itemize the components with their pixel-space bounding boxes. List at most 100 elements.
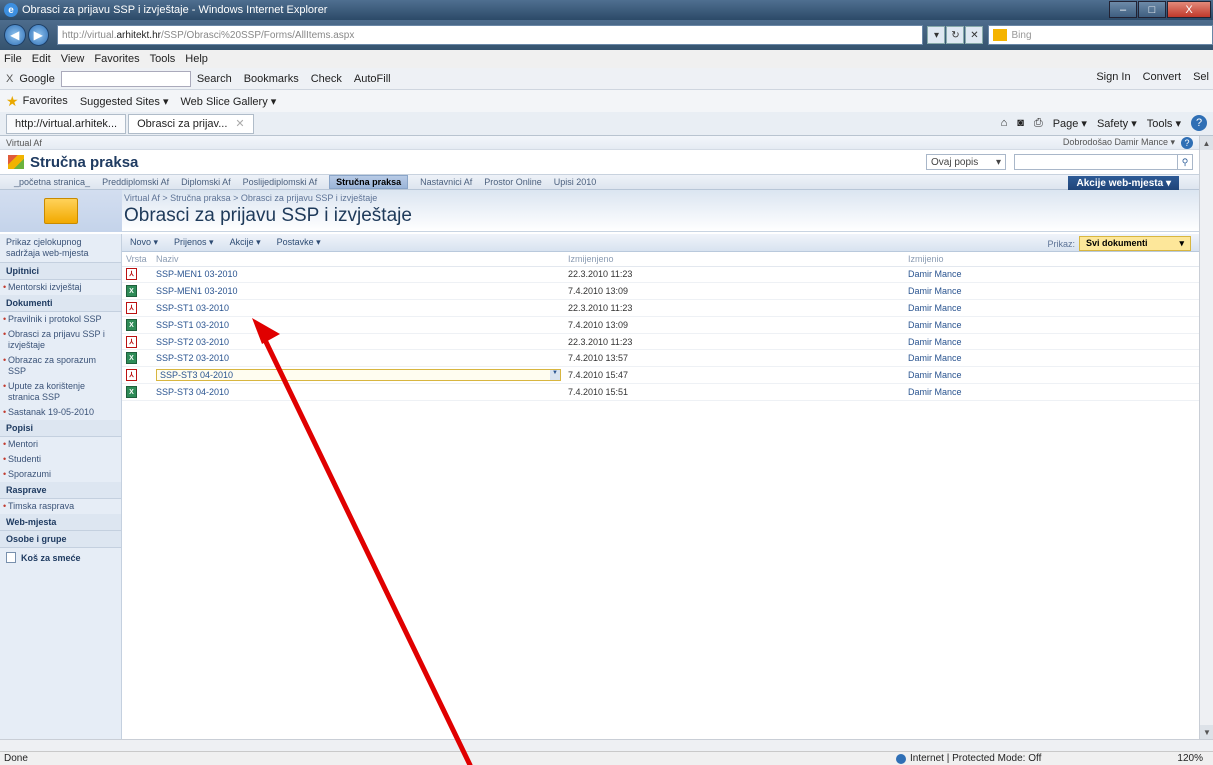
scroll-down-icon[interactable]: ▼ <box>1200 725 1213 739</box>
topnav-home[interactable]: _početna stranica_ <box>14 177 90 187</box>
site-name[interactable]: Stručna praksa <box>30 154 138 171</box>
table-row[interactable]: X SSP-MEN1 03-2010 7.4.2010 13:09 Damir Man… <box>122 282 1199 301</box>
ql-heading-dokumenti[interactable]: Dokumenti <box>0 295 121 312</box>
file-name[interactable]: SSP-ST2 03-2010 <box>156 353 229 363</box>
menu-file[interactable]: File <box>4 53 22 65</box>
close-button[interactable]: X <box>1167 1 1211 18</box>
menu-edit[interactable]: Edit <box>32 53 51 65</box>
ql-item[interactable]: Sastanak 19-05-2010 <box>0 405 121 420</box>
settings-menu[interactable]: Postavke ▾ <box>277 237 321 248</box>
item-menu-chevron-icon[interactable]: ▼ <box>550 370 560 381</box>
file-name[interactable]: SSP-ST3 04-2010 <box>160 370 233 380</box>
file-name[interactable]: SSP-MEN1 03-2010 <box>156 269 238 279</box>
menu-view[interactable]: View <box>61 53 85 65</box>
welcome-menu[interactable]: Dobrodošao Damir Mance ▾ <box>1063 137 1175 148</box>
menu-help[interactable]: Help <box>185 53 208 65</box>
modified-by-cell[interactable]: Damir Mance <box>904 299 1199 317</box>
ql-heading-popisi[interactable]: Popisi <box>0 420 121 437</box>
stop-icon[interactable]: ✕ <box>965 26 984 44</box>
file-name-cell[interactable]: SSP-MEN1 03-2010 <box>152 282 564 301</box>
compat-view-icon[interactable]: ▾ <box>927 26 946 44</box>
ql-item[interactable]: Obrasci za prijavu SSP i izvještaje <box>0 327 121 353</box>
topnav-poslijediplomski[interactable]: Poslijediplomski Af <box>243 177 318 187</box>
topnav-strucna-praksa[interactable]: Stručna praksa <box>329 175 409 189</box>
web-slice-gallery-link[interactable]: Web Slice Gallery ▾ <box>181 95 277 108</box>
col-name[interactable]: Naziv <box>152 252 564 267</box>
ql-item[interactable]: Timska rasprava <box>0 499 121 514</box>
print-icon[interactable]: ⎙ <box>1034 117 1043 130</box>
safety-menu[interactable]: Safety ▾ <box>1097 117 1137 130</box>
file-name[interactable]: SSP-MEN1 03-2010 <box>156 286 238 296</box>
file-name[interactable]: SSP-ST3 04-2010 <box>156 387 229 397</box>
signin-button[interactable]: Sign In <box>1096 71 1130 83</box>
toolbar-close-icon[interactable]: X <box>6 73 13 85</box>
actions-menu[interactable]: Akcije ▾ <box>230 237 261 248</box>
ql-item[interactable]: Mentorski izvještaj <box>0 280 121 295</box>
col-modified[interactable]: Izmijenjeno <box>564 252 904 267</box>
modified-by-cell[interactable]: Damir Mance <box>904 366 1199 385</box>
ql-item[interactable]: Studenti <box>0 452 121 467</box>
tab-virtual-arhitekt[interactable]: http://virtual.arhitek... <box>6 113 127 134</box>
ql-heading-web-mjesta[interactable]: Web-mjesta <box>0 514 121 531</box>
check-button[interactable]: Check <box>311 73 342 85</box>
vertical-scrollbar[interactable]: ▲ ▼ <box>1199 136 1213 739</box>
modified-by-cell[interactable]: Damir Mance <box>904 383 1199 401</box>
table-row[interactable]: ⅄ SSP-ST1 03-2010 22.3.2010 11:23 Damir Man… <box>122 299 1199 317</box>
maximize-button[interactable]: □ <box>1138 1 1166 18</box>
file-name-cell[interactable]: SSP-ST1 03-2010 <box>152 316 564 334</box>
ql-heading-rasprave[interactable]: Rasprave <box>0 482 121 499</box>
forward-button[interactable]: ▶ <box>27 24 50 46</box>
address-bar[interactable]: http://virtual. arhitekt.hr/SSP/Obrasci%2… <box>57 25 924 45</box>
horizontal-scrollbar[interactable] <box>0 739 1213 751</box>
table-row[interactable]: ⅄ SSP-MEN1 03-2010 22.3.2010 11:23 Damir Ma… <box>122 266 1199 284</box>
table-row[interactable]: ⅄ SSP-ST3 04-2010 ▼ 7.4.2010 15:47 Damir Man… <box>122 366 1199 385</box>
search-icon[interactable]: ⚲ <box>1177 154 1193 170</box>
minimize-button[interactable]: – <box>1109 1 1137 18</box>
home-icon[interactable]: ⌂ <box>1001 117 1008 129</box>
help-icon[interactable]: ? <box>1191 115 1207 131</box>
google-search-input[interactable] <box>60 70 191 87</box>
suggested-sites-link[interactable]: Suggested Sites ▾ <box>80 95 169 108</box>
ql-view-all-link[interactable]: Prikaz cjelokupnog sadržaja web-mjesta <box>0 234 121 263</box>
file-name-cell[interactable]: SSP-MEN1 03-2010 <box>152 266 564 284</box>
file-name-cell[interactable]: SSP-ST1 03-2010 <box>152 299 564 317</box>
file-name-cell[interactable]: SSP-ST2 03-2010 <box>152 349 564 368</box>
feeds-icon[interactable]: ◙ <box>1017 117 1024 129</box>
sp-search-input[interactable] <box>1014 154 1178 170</box>
topnav-prostor-online[interactable]: Prostor Online <box>484 177 542 187</box>
google-search-button[interactable]: Search <box>197 73 232 85</box>
view-select[interactable]: Svi dokumenti ▾ <box>1079 236 1191 251</box>
convert-button[interactable]: Convert <box>1143 71 1182 83</box>
file-name-edit-box[interactable]: SSP-ST3 04-2010 ▼ <box>156 369 561 382</box>
back-button[interactable]: ◀ <box>4 24 26 46</box>
zoom-level[interactable]: 120% <box>1177 753 1203 764</box>
modified-by-cell[interactable]: Damir Mance <box>904 349 1199 368</box>
modified-by-cell[interactable]: Damir Mance <box>904 316 1199 334</box>
tools-menu[interactable]: Tools ▾ <box>1147 117 1181 130</box>
modified-by-cell[interactable]: Damir Mance <box>904 266 1199 284</box>
table-row[interactable]: ⅄ SSP-ST2 03-2010 22.3.2010 11:23 Damir Man… <box>122 333 1199 351</box>
col-type[interactable]: Vrsta <box>122 252 152 267</box>
topnav-preddiplomski[interactable]: Preddiplomski Af <box>102 177 169 187</box>
page-menu[interactable]: Page ▾ <box>1053 117 1087 130</box>
file-name[interactable]: SSP-ST2 03-2010 <box>156 337 229 347</box>
tab-obrasci[interactable]: Obrasci za prijav... ✕ <box>128 113 254 134</box>
file-name[interactable]: SSP-ST1 03-2010 <box>156 320 229 330</box>
favorites-button[interactable]: Favorites <box>23 95 68 107</box>
upload-menu[interactable]: Prijenos ▾ <box>174 237 214 248</box>
security-zone[interactable]: Internet | Protected Mode: Off <box>896 753 1041 764</box>
ql-item[interactable]: Pravilnik i protokol SSP <box>0 312 121 327</box>
topnav-diplomski[interactable]: Diplomski Af <box>181 177 231 187</box>
table-row[interactable]: X SSP-ST1 03-2010 7.4.2010 13:09 Damir Manc… <box>122 316 1199 334</box>
topnav-upisi[interactable]: Upisi 2010 <box>554 177 597 187</box>
ql-item[interactable]: Mentori <box>0 437 121 452</box>
ql-recycle-bin[interactable]: Koš za smeće <box>0 548 121 567</box>
topnav-nastavnici[interactable]: Nastavnici Af <box>420 177 472 187</box>
autofill-button[interactable]: AutoFill <box>354 73 391 85</box>
sp-site-root-link[interactable]: Virtual Af <box>6 138 42 148</box>
ql-item[interactable]: Upute za korištenje stranica SSP <box>0 379 121 405</box>
file-name[interactable]: SSP-ST1 03-2010 <box>156 303 229 313</box>
file-name-cell[interactable]: SSP-ST2 03-2010 <box>152 333 564 351</box>
table-row[interactable]: X SSP-ST2 03-2010 7.4.2010 13:57 Damir Manc… <box>122 349 1199 368</box>
search-box[interactable]: Bing <box>988 25 1213 45</box>
